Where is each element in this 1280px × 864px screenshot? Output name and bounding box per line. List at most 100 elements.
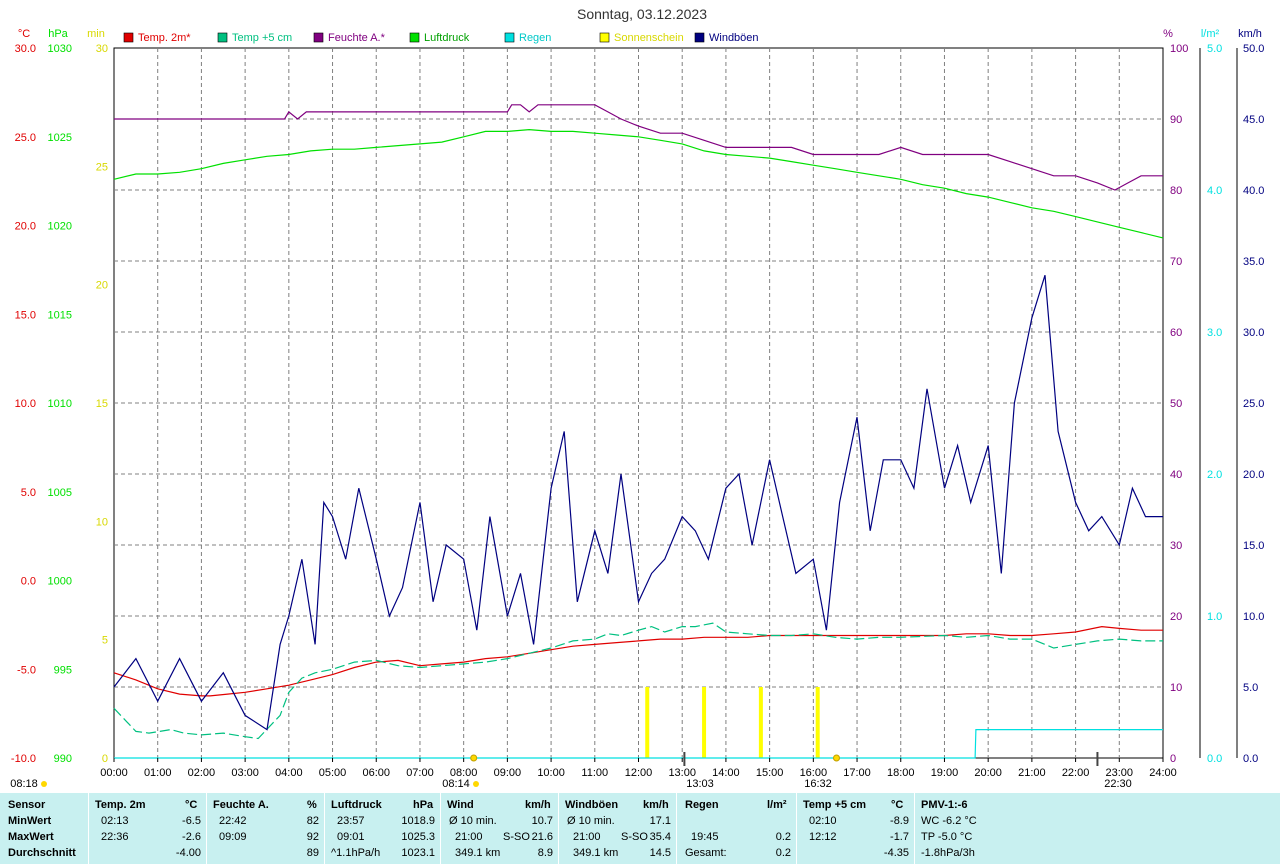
axis-tick-label-humidity: 100 — [1170, 43, 1188, 55]
axis-tick-label-minutes: 20 — [96, 280, 108, 292]
legend-label: Regen — [519, 32, 551, 44]
axis-tick-label-humidity: 30 — [1170, 540, 1182, 552]
stats-row-avg: Durchschnitt — [8, 847, 76, 859]
stats-value: 19:45 — [691, 831, 719, 843]
stats-value: 92 — [306, 831, 319, 843]
x-tick-label: 02:00 — [188, 767, 216, 779]
axis-unit-minutes: min — [87, 28, 105, 40]
x-tick-label: 07:00 — [406, 767, 434, 779]
stats-header-wind: Wind — [447, 799, 474, 811]
axis-tick-label-pressure: 1030 — [48, 43, 72, 55]
stats-header-windboeen: Windböen — [565, 799, 619, 811]
axis-tick-label-temp: -10.0 — [11, 753, 36, 765]
stats-col-temp5cm: Temp +5 cm °C 02:10 -8.9 12:12 -1.7 -4.3… — [796, 793, 915, 864]
stats-col-wind: Wind km/h Ø 10 min. 10.7 21:00 S-SO 21.6… — [440, 793, 559, 864]
stats-value: Ø 10 min. — [449, 815, 497, 827]
axis-tick-label-rain: 3.0 — [1207, 327, 1222, 339]
stats-value: 22:36 — [101, 831, 129, 843]
stats-value: 10.7 — [531, 815, 553, 827]
axis-tick-label-minutes: 15 — [96, 398, 108, 410]
stats-value: 8.9 — [537, 847, 553, 859]
x-tick-label: 21:00 — [1018, 767, 1046, 779]
axis-tick-label-pressure: 1025 — [48, 132, 72, 144]
axis-tick-label-pressure: 1020 — [48, 221, 72, 233]
stats-row-max: MaxWert — [8, 831, 54, 843]
axis-unit-wind: km/h — [1238, 28, 1262, 40]
legend-label: Sonnenschein — [614, 32, 684, 44]
stats-value: 1018.9 — [401, 815, 435, 827]
axis-unit-temp: °C — [18, 28, 30, 40]
axis-tick-label-rain: 4.0 — [1207, 185, 1222, 197]
stats-col-pmv: PMV-1:-6 WC -6.2 °C TP -5.0 °C -1.8hPa/3… — [914, 793, 1280, 864]
axis-tick-label-humidity: 80 — [1170, 185, 1182, 197]
axis-tick-label-minutes: 10 — [96, 516, 108, 528]
legend-label: Windböen — [709, 32, 759, 44]
legend-label: Feuchte A.* — [328, 32, 386, 44]
x-tick-label: 10:00 — [537, 767, 565, 779]
sunshine-bar — [758, 687, 763, 758]
x-tick-label: 06:00 — [362, 767, 390, 779]
axis-tick-label-wind: 25.0 — [1243, 398, 1264, 410]
axis-unit-humidity: % — [1163, 28, 1173, 40]
stats-value: 02:13 — [101, 815, 129, 827]
axis-tick-label-temp: 30.0 — [15, 43, 36, 55]
stats-row-min: MinWert — [8, 815, 52, 827]
axis-tick-label-humidity: 0 — [1170, 753, 1176, 765]
axis-tick-label-wind: 45.0 — [1243, 114, 1264, 126]
axis-tick-label-humidity: 40 — [1170, 469, 1182, 481]
axis-tick-label-wind: 50.0 — [1243, 43, 1264, 55]
stats-value: 82 — [306, 815, 319, 827]
stats-col-temp2m: Temp. 2m °C 02:13 -6.5 22:36 -2.6 -4.00 — [88, 793, 207, 864]
sunshine-bars — [645, 687, 820, 758]
stats-value: -1.7 — [890, 831, 909, 843]
legend-label: Temp +5 cm — [232, 32, 292, 44]
x-tick-label: 22:00 — [1062, 767, 1090, 779]
x-tick-label: 20:00 — [974, 767, 1002, 779]
stats-header-pmv: PMV-1:-6 — [921, 799, 968, 811]
sunshine-bar — [702, 687, 707, 758]
axis-tick-label-minutes: 25 — [96, 161, 108, 173]
axis-tick-label-humidity: 60 — [1170, 327, 1182, 339]
legend-label: Temp. 2m* — [138, 32, 191, 44]
x-tick-label: 01:00 — [144, 767, 172, 779]
stats-header-regen: Regen — [685, 799, 719, 811]
legend-label: Luftdruck — [424, 32, 470, 44]
stats-unit-wind: km/h — [525, 799, 551, 811]
stats-col-feuchte: Feuchte A. % 22:42 82 09:09 92 89 — [206, 793, 325, 864]
x-tick-label: 18:00 — [887, 767, 915, 779]
x-tick-label: 11:00 — [581, 767, 608, 779]
axis-tick-label-temp: 15.0 — [15, 309, 36, 321]
axis-tick-label-temp: 25.0 — [15, 132, 36, 144]
stats-value: 17.1 — [649, 815, 671, 827]
axis-tick-label-humidity: 90 — [1170, 114, 1182, 126]
stats-unit-regen: l/m² — [767, 799, 787, 811]
stats-value: TP -5.0 °C — [921, 831, 973, 843]
sunshine-bar — [645, 687, 650, 758]
stats-value: -4.00 — [175, 847, 201, 859]
stats-value: 12:12 — [809, 831, 837, 843]
axis-tick-label-rain: 2.0 — [1207, 469, 1222, 481]
x-tick-label: 00:00 — [100, 767, 128, 779]
axis-tick-label-humidity: 20 — [1170, 611, 1182, 623]
x-tick-label: 17:00 — [843, 767, 871, 779]
stats-value: 0.2 — [775, 847, 791, 859]
x-tick-label: 24:00 — [1149, 767, 1177, 779]
legend-swatch — [123, 32, 134, 43]
sunset-marker — [832, 754, 840, 762]
axis-tick-label-wind: 35.0 — [1243, 256, 1264, 268]
legend-swatch — [217, 32, 228, 43]
sunrise-icon — [473, 781, 479, 787]
axis-tick-label-humidity: 10 — [1170, 682, 1182, 694]
legend-swatch — [599, 32, 610, 43]
axis-tick-label-temp: -5.0 — [17, 664, 36, 676]
stats-value: 35.4 — [649, 831, 671, 843]
axis-tick-label-wind: 15.0 — [1243, 540, 1264, 552]
x-tick-label: 19:00 — [931, 767, 959, 779]
stats-value: -2.6 — [182, 831, 201, 843]
stats-header-sensor: Sensor — [8, 799, 46, 811]
axis-tick-label-temp: 5.0 — [21, 487, 36, 499]
grid — [113, 47, 1164, 759]
axis-tick-label-wind: 5.0 — [1243, 682, 1258, 694]
stats-unit-windboeen: km/h — [643, 799, 669, 811]
sunrise-label: 08:14 — [442, 778, 470, 790]
